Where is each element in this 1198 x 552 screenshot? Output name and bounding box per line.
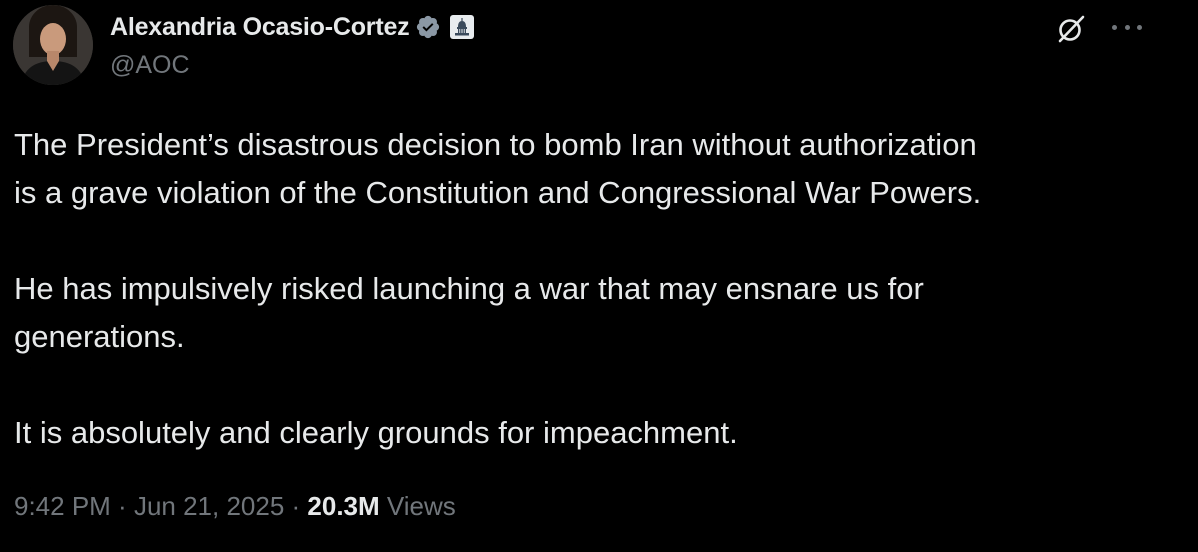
tweet-paragraph: It is absolutely and clearly grounds for… — [14, 409, 1144, 457]
views-count[interactable]: 20.3M — [307, 491, 379, 521]
avatar[interactable] — [13, 5, 93, 85]
views-label: Views — [386, 491, 456, 521]
more-horizontal-icon[interactable] — [1112, 14, 1142, 40]
tweet-line: It is absolutely and clearly grounds for… — [14, 415, 738, 450]
author-display-name[interactable]: Alexandria Ocasio-Cortez — [110, 13, 410, 42]
tweet-date[interactable]: Jun 21, 2025 — [134, 491, 284, 521]
tweet-paragraph: He has impulsively risked launching a wa… — [14, 265, 1144, 361]
author-handle[interactable]: @AOC — [110, 51, 190, 80]
more-dot — [1112, 24, 1117, 30]
tweet-text: The President’s disastrous decision to b… — [14, 121, 1144, 457]
tweet-line: The President’s disastrous decision to b… — [14, 127, 977, 162]
meta-separator: · — [284, 491, 308, 521]
tweet-line: generations. — [14, 319, 185, 354]
tweet-line: He has impulsively risked launching a wa… — [14, 271, 924, 306]
tweet-line: is a grave violation of the Constitution… — [14, 175, 982, 210]
avatar-image — [13, 5, 93, 85]
more-dot — [1124, 24, 1130, 30]
tweet-meta: 9:42 PM · Jun 21, 2025 · 20.3M Views — [14, 491, 456, 522]
grok-icon[interactable] — [1056, 14, 1086, 44]
tweet-paragraph: The President’s disastrous decision to b… — [14, 121, 1144, 217]
more-dot — [1137, 24, 1142, 30]
verified-badge-icon[interactable] — [415, 14, 441, 40]
tweet-card: Alexandria Ocasio-Cortez @AOC The Presid… — [0, 0, 1198, 552]
author-name-row: Alexandria Ocasio-Cortez — [110, 10, 475, 44]
capitol-building-icon[interactable] — [450, 15, 475, 39]
tweet-time[interactable]: 9:42 PM — [14, 491, 111, 521]
meta-separator: · — [110, 491, 134, 521]
